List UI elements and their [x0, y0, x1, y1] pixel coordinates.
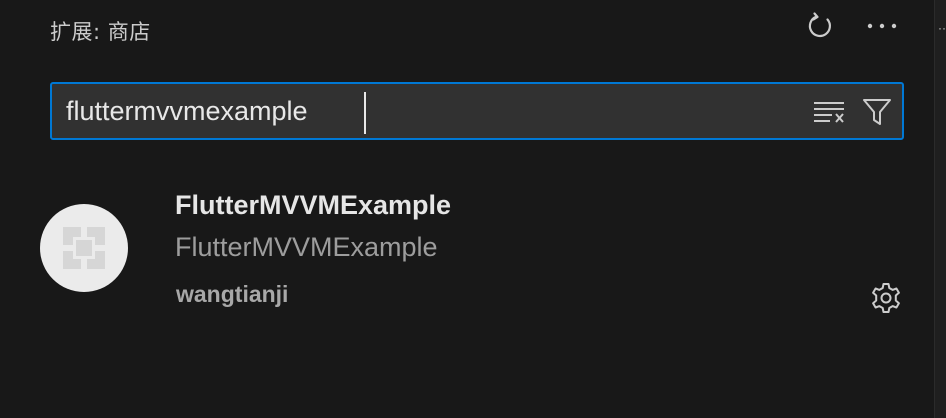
extension-list-item[interactable]: FlutterMVVMExample FlutterMVVMExample wa…	[0, 180, 934, 330]
extension-name: FlutterMVVMExample	[175, 190, 452, 220]
adjacent-more-icon: ···	[938, 24, 946, 32]
panel-title: 扩展: 商店	[50, 20, 151, 44]
extensions-marketplace-panel: 扩展: 商店 ···	[0, 0, 946, 418]
filter-icon	[863, 99, 891, 125]
refresh-icon	[808, 12, 831, 38]
text-caret	[364, 92, 366, 134]
more-actions-icon	[867, 23, 897, 29]
extension-search-box[interactable]	[50, 82, 904, 140]
gear-icon	[872, 283, 900, 313]
default-extension-icon	[40, 204, 128, 292]
filter-button[interactable]	[858, 94, 896, 130]
adjacent-panel-edge	[934, 0, 946, 418]
manage-extension-button[interactable]	[866, 280, 906, 316]
refresh-button[interactable]	[802, 8, 838, 44]
more-actions-button[interactable]	[862, 8, 902, 44]
extension-placeholder-glyph	[63, 227, 105, 269]
extension-search-input[interactable]	[66, 84, 806, 138]
extension-description: FlutterMVVMExample	[175, 232, 438, 262]
extension-publisher[interactable]: wangtianji	[176, 281, 288, 308]
clear-search-results-button[interactable]	[810, 94, 848, 130]
clear-search-results-icon	[814, 102, 844, 123]
